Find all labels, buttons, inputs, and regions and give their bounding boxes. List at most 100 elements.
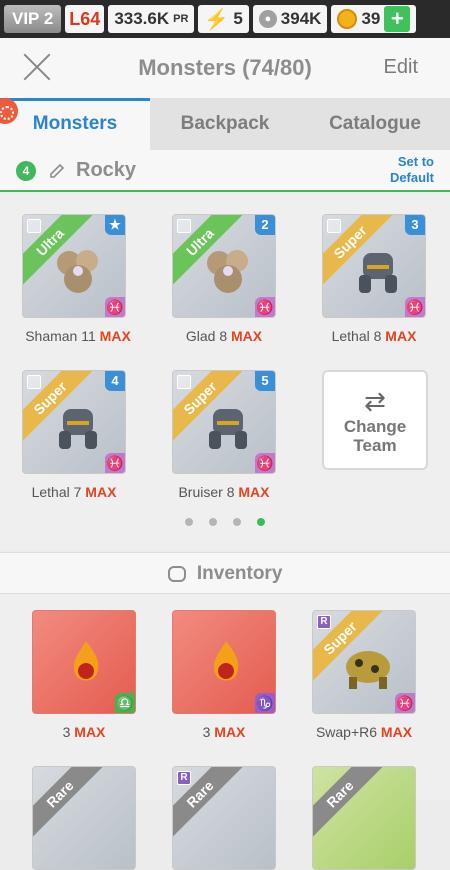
page-dot[interactable] (233, 518, 241, 526)
element-icon: ♓ (105, 453, 125, 473)
slot-number: 3 (405, 215, 425, 235)
change-team-line1: Change (343, 417, 407, 436)
monster-card[interactable]: Super 3 ♓ (322, 214, 426, 318)
set-default-line2: Default (389, 170, 434, 185)
cat-face-icon (167, 565, 186, 582)
max-tag: MAX (74, 724, 106, 740)
inventory-grid: ♎ 3 MAX ♑ 3 MAX R Super ♓ Swap+R6 MAX Ra… (0, 594, 450, 870)
monster-label: Bruiser 8 MAX (154, 484, 294, 500)
flame-orb-image (73, 641, 99, 681)
monster-label: Lethal 8 MAX (304, 328, 444, 344)
monster-name: Glad 8 (185, 328, 228, 344)
monster-image (57, 250, 98, 293)
star-icon: ★ (105, 215, 125, 235)
food-resource[interactable]: ● 394K (252, 5, 328, 33)
pencil-icon[interactable] (48, 162, 66, 180)
max-tag: MAX (85, 484, 117, 500)
reborn-icon: R (177, 771, 191, 785)
monster-card[interactable]: Super 5 ♓ (172, 370, 276, 474)
item-name: 3 (202, 724, 211, 740)
inventory-card[interactable]: R Super ♓ (312, 610, 416, 714)
monster-card[interactable]: Super 4 ♓ (22, 370, 126, 474)
page-dot-active[interactable] (257, 518, 265, 526)
max-tag: MAX (380, 724, 413, 740)
inventory-card[interactable]: Rare (32, 766, 136, 870)
monster-name: Shaman 11 (25, 328, 96, 344)
element-icon: ♓ (255, 453, 275, 473)
element-icon: ♓ (405, 297, 425, 317)
paw-icon: ● (258, 10, 277, 28)
rank-icon (27, 375, 41, 389)
slot-number: 2 (255, 215, 275, 235)
power-value: 333.6K (114, 9, 170, 28)
tier-ribbon: Rare (313, 767, 387, 841)
item-name: Swap+R6 (315, 724, 378, 740)
tab-catalogue[interactable]: Catalogue (300, 98, 450, 150)
energy-resource[interactable]: ⚡ 5 (198, 5, 249, 33)
monster-name: Bruiser 8 (178, 484, 235, 500)
tab-bar: Monsters Backpack Catalogue (0, 98, 450, 150)
page-header: Monsters (74/80) Edit (0, 38, 450, 98)
rank-icon (27, 219, 41, 233)
inventory-header: Inventory (0, 552, 450, 594)
inventory-label: Swap+R6 MAX (294, 724, 434, 740)
tab-monsters[interactable]: Monsters (0, 98, 150, 150)
page-dot[interactable] (209, 518, 217, 526)
inventory-card[interactable]: R Rare (172, 766, 276, 870)
monster-image (346, 651, 390, 689)
vip-badge[interactable]: VIP 2 (4, 5, 62, 33)
slot-number: 4 (105, 371, 125, 391)
page-indicator (0, 518, 450, 526)
reborn-icon: R (317, 615, 331, 629)
element-icon: ♓ (255, 297, 275, 317)
max-tag: MAX (99, 328, 131, 344)
monster-image (207, 250, 248, 293)
inventory-label: 3 MAX (154, 724, 294, 740)
team-name[interactable]: Rocky (76, 159, 136, 182)
page-dot[interactable] (185, 518, 193, 526)
max-tag: MAX (214, 724, 246, 740)
tier-ribbon: Rare (33, 767, 107, 841)
food-value: 394K (280, 9, 322, 28)
change-team-line2: Team (353, 436, 397, 455)
change-team-button[interactable]: ⇄ Change Team (322, 370, 428, 470)
flame-orb-image (213, 641, 239, 681)
level-badge[interactable]: L64 (65, 5, 105, 33)
set-default-button[interactable]: Set to Default (390, 154, 434, 186)
monster-label: Glad 8 MAX (154, 328, 294, 344)
inventory-card[interactable]: Rare (312, 766, 416, 870)
team-number-badge: 4 (16, 161, 36, 181)
status-bar: VIP 2 L64 333.6K PR ⚡ 5 ● 394K 39 + (0, 0, 450, 38)
inventory-card[interactable]: ♑ (172, 610, 276, 714)
swap-arrows-icon: ⇄ (364, 386, 386, 416)
monster-card[interactable]: Ultra ★ ♓ (22, 214, 126, 318)
item-name: 3 (62, 724, 71, 740)
lightning-icon: ⚡ (204, 8, 230, 31)
add-gold-button[interactable]: + (384, 6, 411, 32)
monster-image (209, 409, 247, 449)
element-icon: ♑ (255, 693, 275, 713)
monster-label: Shaman 11 MAX (8, 328, 148, 344)
coin-icon (337, 9, 358, 29)
edit-button[interactable]: Edit (384, 56, 418, 79)
element-icon: ♓ (395, 693, 415, 713)
monster-card[interactable]: Ultra 2 ♓ (172, 214, 276, 318)
max-tag: MAX (231, 328, 263, 344)
inventory-title: Inventory (196, 563, 283, 584)
max-tag: MAX (238, 484, 270, 500)
slot-number: 5 (255, 371, 275, 391)
inventory-label: 3 MAX (14, 724, 154, 740)
rank-icon (177, 375, 191, 389)
monster-image (59, 409, 97, 449)
tab-backpack[interactable]: Backpack (150, 98, 300, 150)
inventory-card[interactable]: ♎ (32, 610, 136, 714)
team-monster-grid: Ultra ★ ♓ Shaman 11 MAX Ultra 2 ♓ Glad 8… (0, 194, 450, 550)
monster-label: Lethal 7 MAX (4, 484, 144, 500)
page-title: Monsters (74/80) (138, 55, 312, 80)
rank-icon (327, 219, 341, 233)
rank-icon (177, 219, 191, 233)
element-icon: ♎ (115, 693, 135, 713)
team-row: 4 Rocky Set to Default (0, 150, 450, 192)
gold-resource[interactable]: 39 + (331, 5, 417, 33)
power-rating[interactable]: 333.6K PR (108, 5, 195, 33)
